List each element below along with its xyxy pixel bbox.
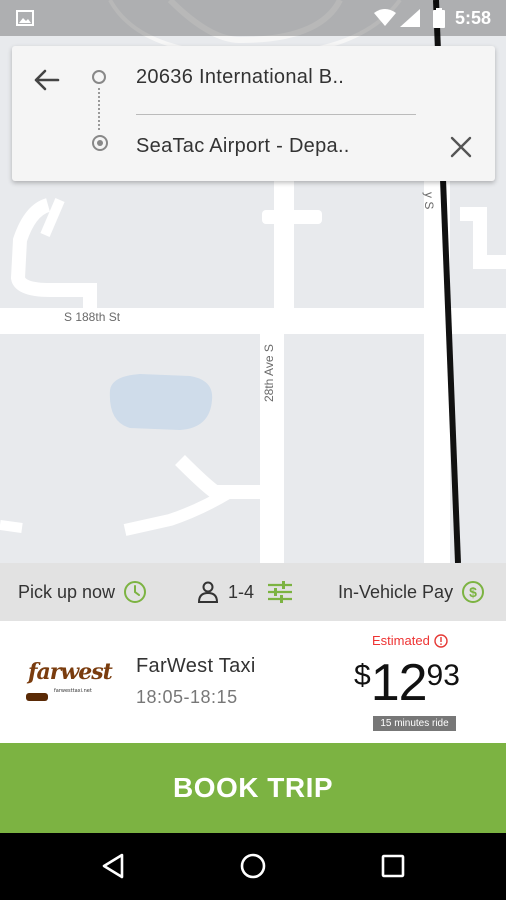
nav-home-icon[interactable]	[238, 851, 268, 881]
company-name: FarWest Taxi	[136, 655, 256, 677]
clock-icon	[124, 581, 147, 603]
status-bar: 5:58	[0, 0, 506, 36]
book-trip-button[interactable]: BOOK TRIP	[0, 743, 506, 833]
price-currency: $	[354, 659, 371, 692]
nav-recent-icon[interactable]	[378, 851, 408, 881]
destination-address-field[interactable]: SeaTac Airport - Depa..	[136, 135, 350, 158]
estimated-label-group: Estimated	[372, 633, 448, 648]
address-divider	[136, 114, 416, 115]
arrow-left-icon[interactable]	[30, 64, 62, 96]
wifi-icon	[374, 9, 396, 26]
person-icon	[198, 581, 218, 603]
trip-options-bar: Pick up now 1-4 In-Vehicle Pay $	[0, 563, 506, 621]
road-label-way-s: y S	[422, 192, 436, 210]
signal-icon	[400, 9, 420, 27]
battery-icon	[433, 8, 445, 28]
estimated-label: Estimated	[372, 633, 430, 648]
system-nav-bar	[0, 833, 506, 900]
route-connector	[98, 88, 100, 130]
price-cents: 93	[426, 659, 460, 692]
route-card: 20636 International B.. SeaTac Airport -…	[12, 46, 495, 181]
price-display: $1293	[354, 653, 460, 713]
arrival-time-range: 18:05-18:15	[136, 687, 238, 707]
passenger-count-option[interactable]: 1-4	[198, 563, 294, 621]
destination-dot-icon	[92, 135, 108, 151]
info-icon[interactable]	[434, 633, 448, 648]
nav-back-icon[interactable]	[98, 851, 128, 881]
origin-dot-icon	[92, 70, 106, 84]
logo-subtext: farwesttaxi.net	[54, 688, 92, 694]
taxi-offer-row[interactable]: farwest farwesttaxi.net FarWest Taxi 18:…	[0, 621, 506, 743]
car-icon	[26, 693, 48, 701]
price-dollars: 12	[370, 654, 428, 712]
svg-text:$: $	[469, 584, 477, 600]
payment-method-option[interactable]: In-Vehicle Pay $	[338, 563, 485, 621]
close-icon[interactable]	[448, 134, 474, 160]
sliders-icon[interactable]	[266, 580, 294, 604]
image-icon	[16, 10, 34, 26]
farwest-logo: farwest farwesttaxi.net	[24, 657, 114, 707]
origin-address-field[interactable]: 20636 International B..	[136, 66, 344, 89]
payment-label: In-Vehicle Pay	[338, 581, 454, 602]
ride-duration-badge: 15 minutes ride	[373, 716, 456, 731]
status-time: 5:58	[455, 8, 492, 28]
seats-label: 1-4	[228, 581, 255, 602]
dollar-circle-icon: $	[462, 581, 485, 603]
pickup-time-option[interactable]: Pick up now	[18, 563, 147, 621]
road-label-188th: S 188th St	[64, 310, 121, 324]
road-label-28th-ave: 28th Ave S	[262, 344, 276, 402]
pickup-label: Pick up now	[18, 581, 116, 602]
logo-text: farwest	[28, 659, 113, 685]
